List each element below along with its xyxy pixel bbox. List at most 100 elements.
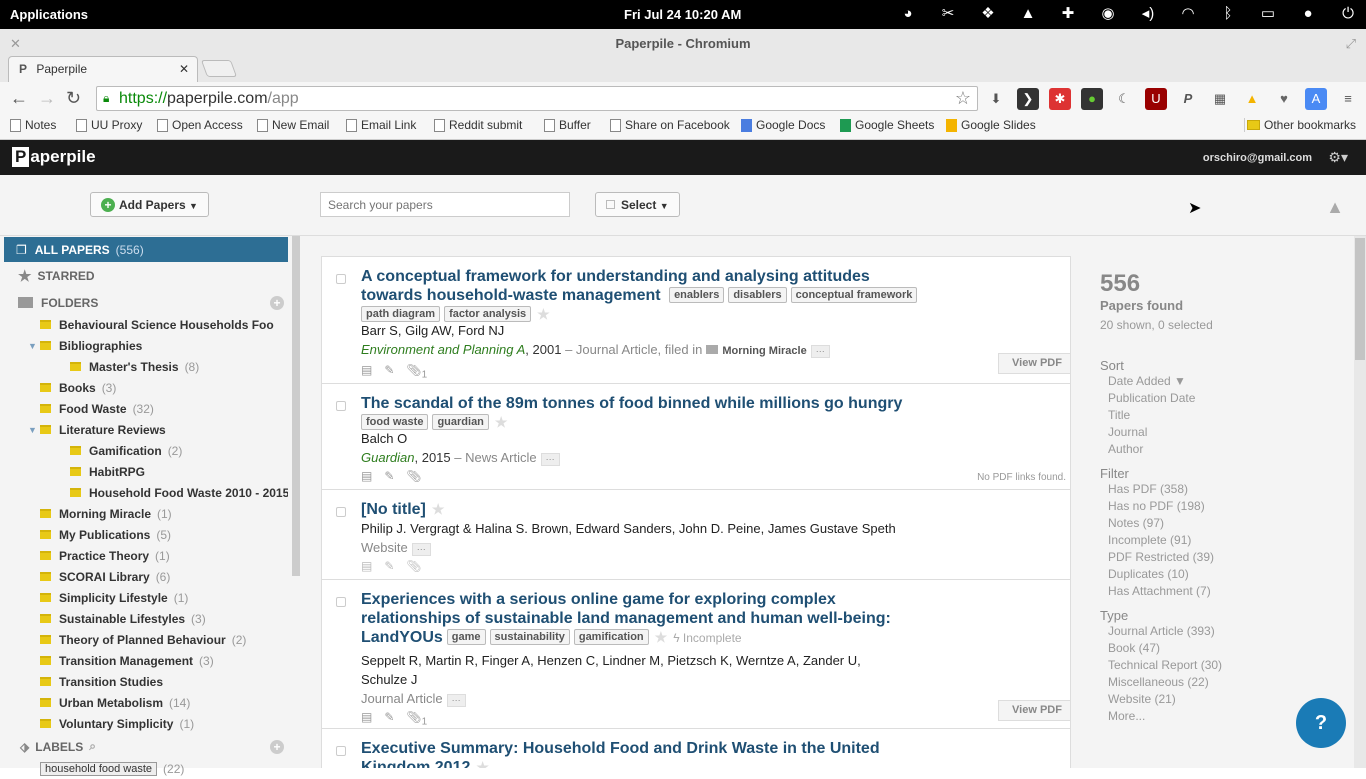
- settings-gear-icon[interactable]: ⚙▾: [1328, 149, 1348, 166]
- bookmark-email-link[interactable]: Email Link: [346, 118, 416, 132]
- pencil-icon[interactable]: ✎: [384, 363, 394, 380]
- more-button[interactable]: ···: [540, 453, 560, 466]
- sidebar-scrollbar[interactable]: [292, 236, 300, 576]
- view-pdf-button[interactable]: View PDF: [998, 353, 1070, 374]
- paper-card[interactable]: The scandal of the 89m tonnes of food bi…: [322, 384, 1070, 490]
- sidebar-folder-item[interactable]: Master's Thesis (8): [4, 356, 288, 377]
- type-option[interactable]: Technical Report (30): [1108, 657, 1340, 674]
- type-option[interactable]: Miscellaneous (22): [1108, 674, 1340, 691]
- pocket-ext-icon[interactable]: ❯: [1017, 88, 1039, 110]
- bookmark-google-docs[interactable]: Google Docs: [741, 118, 825, 132]
- sidebar-folder-item[interactable]: Gamification (2): [4, 440, 288, 461]
- tag-chip[interactable]: guardian: [432, 414, 489, 430]
- search-icon[interactable]: ⌕: [89, 739, 96, 754]
- sort-option[interactable]: Title: [1108, 407, 1340, 424]
- scrollbar-thumb[interactable]: [1355, 238, 1365, 360]
- bookmark-new-email[interactable]: New Email: [257, 118, 329, 132]
- filter-option[interactable]: Has no PDF (198): [1108, 498, 1340, 515]
- paper-title[interactable]: A conceptual framework for understanding…: [361, 267, 918, 324]
- bookmark-star-icon[interactable]: ☆: [955, 88, 971, 109]
- sidebar-folder-item[interactable]: HabitRPG: [4, 461, 288, 482]
- attachment-icon[interactable]: 📎︎: [406, 559, 421, 573]
- dropbox-icon[interactable]: ❖: [978, 4, 998, 24]
- google-drive-ext-icon[interactable]: ▲: [1241, 88, 1263, 110]
- sidebar-folder-item[interactable]: ▼ Bibliographies: [4, 335, 288, 356]
- sort-option[interactable]: Publication Date: [1108, 390, 1340, 407]
- bookmark-notes[interactable]: Notes: [10, 118, 56, 132]
- collection-name[interactable]: Morning Miracle: [722, 345, 806, 357]
- pencil-icon[interactable]: ✎: [384, 710, 394, 727]
- pencil-icon[interactable]: ✎: [384, 559, 394, 573]
- translate-ext-icon[interactable]: A: [1305, 88, 1327, 110]
- paper-card[interactable]: Experiences with a serious online game f…: [322, 580, 1070, 729]
- sidebar-folder-item[interactable]: My Publications (5): [4, 524, 288, 545]
- sidebar-folder-item[interactable]: Books (3): [4, 377, 288, 398]
- attachment-icon[interactable]: 📎︎1: [406, 710, 427, 727]
- volume-icon[interactable]: ◂): [1138, 4, 1158, 24]
- search-input[interactable]: [320, 192, 570, 217]
- bookmark-other[interactable]: Other bookmarks: [1244, 118, 1356, 132]
- expand-triangle-icon[interactable]: ▼: [28, 425, 40, 435]
- menu-icon[interactable]: ≡: [1337, 88, 1359, 110]
- attachment-icon[interactable]: 📎︎: [406, 469, 421, 483]
- download-icon[interactable]: ⬇: [985, 88, 1007, 110]
- sidebar-folder-item[interactable]: Simplicity Lifestyle (1): [4, 587, 288, 608]
- sidebar-folder-item[interactable]: Food Waste (32): [4, 398, 288, 419]
- tag-chip[interactable]: gamification: [573, 629, 649, 645]
- filter-option[interactable]: Notes (97): [1108, 515, 1340, 532]
- drive-sync-icon[interactable]: ▲: [1326, 197, 1344, 218]
- bookmark-google-sheets[interactable]: Google Sheets: [840, 118, 934, 132]
- sidebar-folder-item[interactable]: Urban Metabolism (14): [4, 692, 288, 713]
- clock[interactable]: Fri Jul 24 10:20 AM: [624, 7, 741, 22]
- sidebar-folder-item[interactable]: Sustainable Lifestyles (3): [4, 608, 288, 629]
- sidebar-folder-item[interactable]: Transition Management (3): [4, 650, 288, 671]
- paper-checkbox[interactable]: [336, 401, 346, 411]
- more-button[interactable]: ···: [810, 345, 830, 358]
- back-icon[interactable]: ←: [10, 88, 28, 109]
- bookmark-google-slides[interactable]: Google Slides: [946, 118, 1036, 132]
- expand-triangle-icon[interactable]: ▼: [28, 341, 40, 351]
- sidebar-label-item[interactable]: household food waste (22): [4, 758, 288, 779]
- bluetooth-icon[interactable]: ᛒ: [1218, 4, 1238, 24]
- filter-option[interactable]: Duplicates (10): [1108, 566, 1340, 583]
- sort-option[interactable]: Journal: [1108, 424, 1340, 441]
- url-bar[interactable]: 🔒︎ https://paperpile.com/app ☆: [96, 86, 978, 111]
- bookmark-buffer[interactable]: Buffer: [544, 118, 591, 132]
- filter-option[interactable]: Has Attachment (7): [1108, 583, 1340, 600]
- tag-chip[interactable]: path diagram: [361, 306, 441, 322]
- battery-icon[interactable]: ▭: [1258, 4, 1278, 24]
- star-icon[interactable]: ★: [476, 759, 489, 768]
- tag-chip[interactable]: conceptual framework: [790, 287, 918, 303]
- user-email[interactable]: orschiro@gmail.com: [1203, 152, 1312, 164]
- bookmark-reddit-submit[interactable]: Reddit submit: [434, 118, 522, 132]
- bookmark-uu-proxy[interactable]: UU Proxy: [76, 118, 142, 132]
- tools-icon[interactable]: ✂: [938, 4, 958, 24]
- tag-chip[interactable]: enablers: [669, 287, 725, 303]
- type-option[interactable]: Book (47): [1108, 640, 1340, 657]
- type-option[interactable]: Journal Article (393): [1108, 623, 1340, 640]
- sidebar-folder-item[interactable]: Theory of Planned Behaviour (2): [4, 629, 288, 650]
- tag-chip[interactable]: factor analysis: [444, 306, 532, 322]
- sidebar-folders-header[interactable]: FOLDERS: [4, 292, 288, 313]
- sidebar-folder-item[interactable]: Household Food Waste 2010 - 2015: [4, 482, 288, 503]
- new-tab-button[interactable]: [200, 60, 238, 77]
- add-papers-button[interactable]: + Add Papers ▼: [90, 192, 209, 217]
- help-chat-button[interactable]: ?: [1296, 698, 1346, 748]
- ublock-ext-icon[interactable]: U: [1145, 88, 1167, 110]
- view-pdf-button[interactable]: View PDF: [998, 700, 1070, 721]
- tag-chip[interactable]: disablers: [728, 287, 787, 303]
- puzzle-icon[interactable]: ✚: [1058, 4, 1078, 24]
- bookmark-share-facebook[interactable]: Share on Facebook: [610, 118, 730, 132]
- paperpile-ext-icon[interactable]: P: [1177, 88, 1199, 110]
- sidebar-folder-item[interactable]: Behavioural Science Households Foo: [4, 314, 288, 335]
- reload-icon[interactable]: ↻: [66, 88, 81, 109]
- applications-menu[interactable]: Applications: [10, 7, 88, 22]
- pocket-save-icon[interactable]: ♥: [1273, 88, 1295, 110]
- attachment-icon[interactable]: 📎︎1: [406, 363, 427, 380]
- sidebar-folder-item[interactable]: SCORAI Library (6): [4, 566, 288, 587]
- filter-option[interactable]: PDF Restricted (39): [1108, 549, 1340, 566]
- filter-option[interactable]: Has PDF (358): [1108, 481, 1340, 498]
- star-icon[interactable]: ★: [432, 501, 445, 517]
- tab-paperpile[interactable]: P Paperpile ✕: [8, 56, 198, 82]
- main-scrollbar[interactable]: [1354, 236, 1366, 768]
